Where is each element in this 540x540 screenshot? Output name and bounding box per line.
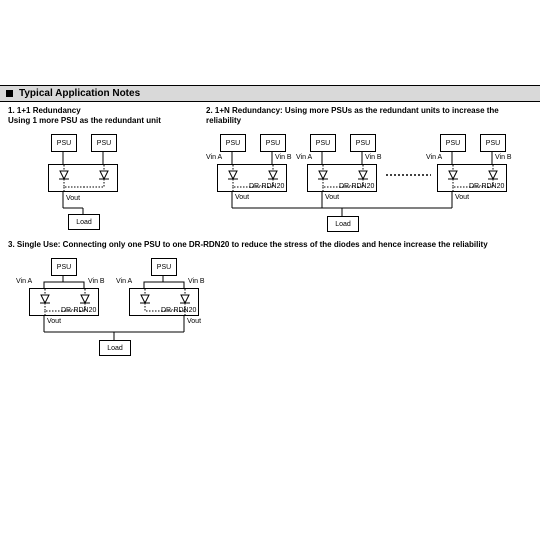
s2-diagram: PSU PSU Vin A Vin B DR-RDN20 Vout PSU PS… bbox=[206, 130, 536, 240]
psu-box: PSU bbox=[51, 258, 77, 276]
vinB-label: Vin B bbox=[275, 154, 292, 161]
vinA-label: Vin A bbox=[16, 278, 32, 285]
s1-diagram: PSU PSU Vout bbox=[8, 130, 178, 235]
vinB-label: Vin B bbox=[495, 154, 512, 161]
psu-box: PSU bbox=[91, 134, 117, 152]
psu-box: PSU bbox=[220, 134, 246, 152]
vout-label: Vout bbox=[235, 194, 249, 201]
diode-module bbox=[48, 164, 118, 192]
vinA-label: Vin A bbox=[296, 154, 312, 161]
vinA-label: Vin A bbox=[116, 278, 132, 285]
title-text: Typical Application Notes bbox=[19, 88, 140, 99]
module-label: DR-RDN20 bbox=[161, 307, 196, 314]
s1-heading: 1. 1+1 Redundancy Using 1 more PSU as th… bbox=[8, 106, 198, 126]
psu-box: PSU bbox=[51, 134, 77, 152]
s2-heading: 2. 1+N Redundancy: Using more PSUs as th… bbox=[206, 106, 536, 126]
module-label: DR-RDN20 bbox=[249, 183, 284, 190]
section-title: Typical Application Notes bbox=[0, 85, 540, 102]
load-box: Load bbox=[68, 214, 100, 230]
psu-box: PSU bbox=[350, 134, 376, 152]
vinB-label: Vin B bbox=[365, 154, 382, 161]
vout-label: Vout bbox=[455, 194, 469, 201]
vout-label: Vout bbox=[66, 195, 80, 202]
s3-heading: 3. Single Use: Connecting only one PSU t… bbox=[8, 240, 532, 250]
load-box: Load bbox=[327, 216, 359, 232]
vout-label: Vout bbox=[47, 318, 61, 325]
load-box: Load bbox=[99, 340, 131, 356]
module-label: DR-RDN20 bbox=[61, 307, 96, 314]
vinA-label: Vin A bbox=[426, 154, 442, 161]
psu-box: PSU bbox=[440, 134, 466, 152]
module-label: DR-RDN20 bbox=[339, 183, 374, 190]
psu-box: PSU bbox=[480, 134, 506, 152]
module-label: DR-RDN20 bbox=[469, 183, 504, 190]
vinA-label: Vin A bbox=[206, 154, 222, 161]
vinB-label: Vin B bbox=[88, 278, 105, 285]
psu-box: PSU bbox=[310, 134, 336, 152]
psu-box: PSU bbox=[151, 258, 177, 276]
s3-diagram: PSU Vin A Vin B DR-RDN20 Vout PSU Vin A … bbox=[8, 254, 268, 364]
vinB-label: Vin B bbox=[188, 278, 205, 285]
psu-box: PSU bbox=[260, 134, 286, 152]
vout-label: Vout bbox=[325, 194, 339, 201]
bullet-icon bbox=[6, 90, 13, 97]
vout-label: Vout bbox=[187, 318, 201, 325]
